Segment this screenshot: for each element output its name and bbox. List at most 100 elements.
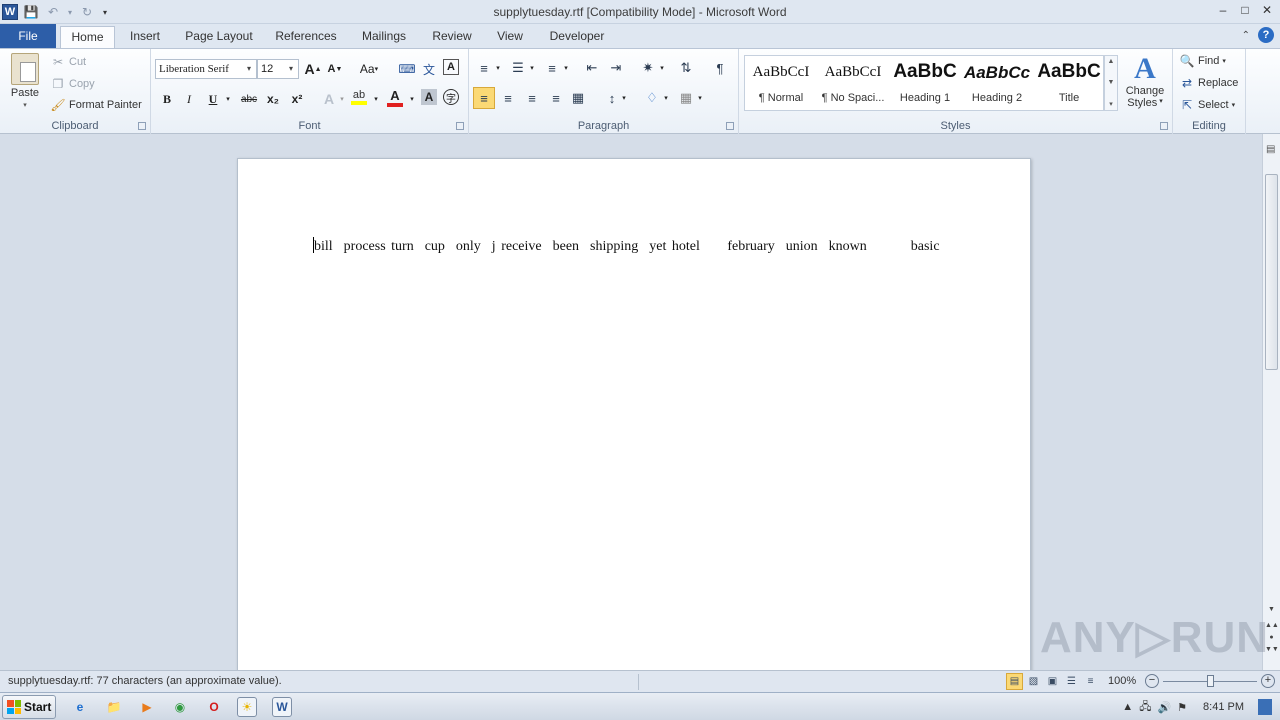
ruler-toggle-icon[interactable]: ▤ bbox=[1266, 144, 1275, 155]
media-player-icon[interactable]: ▶ bbox=[137, 697, 157, 717]
style-title[interactable]: AaBbC Title bbox=[1033, 56, 1105, 110]
style-heading-2[interactable]: AaBbCc Heading 2 bbox=[961, 56, 1033, 110]
align-right-button[interactable]: ≡ bbox=[521, 87, 543, 109]
borders-icon[interactable]: ▦ bbox=[675, 87, 697, 109]
scrollbar-thumb[interactable] bbox=[1265, 174, 1278, 370]
numbering-dropdown-icon[interactable]: ▾ bbox=[527, 58, 537, 78]
distributed-button[interactable]: ▦ bbox=[567, 87, 589, 109]
align-left-button[interactable]: ≡ bbox=[473, 87, 495, 109]
full-screen-reading-icon[interactable]: ▧ bbox=[1025, 673, 1042, 690]
sort-icon[interactable]: ⇅ bbox=[675, 57, 697, 79]
shading-dropdown-icon[interactable]: ▾ bbox=[661, 88, 671, 108]
tab-developer[interactable]: Developer bbox=[542, 26, 612, 48]
character-shading-icon[interactable]: A bbox=[421, 89, 437, 105]
shrink-font-button[interactable]: A ▼ bbox=[325, 59, 345, 79]
style-heading-1[interactable]: AaBbC Heading 1 bbox=[889, 56, 961, 110]
styles-down-icon[interactable]: ▼ bbox=[1108, 79, 1115, 86]
bullets-icon[interactable]: ≡ bbox=[473, 57, 495, 79]
enclose-characters-icon[interactable]: 字 bbox=[443, 89, 459, 105]
font-color-button[interactable]: A bbox=[385, 87, 405, 107]
show-desktop-icon[interactable] bbox=[1258, 699, 1272, 715]
asian-layout-dropdown-icon[interactable]: ▾ bbox=[657, 58, 667, 78]
shading-icon[interactable]: ♢ bbox=[641, 87, 663, 109]
tab-review[interactable]: Review bbox=[426, 26, 478, 48]
multilevel-list-icon[interactable]: ≡ bbox=[541, 57, 563, 79]
clear-formatting-icon[interactable]: ⌨ bbox=[397, 59, 417, 79]
tab-insert[interactable]: Insert bbox=[122, 26, 168, 48]
internet-explorer-icon[interactable]: e bbox=[70, 697, 90, 717]
minimize-ribbon-icon[interactable]: ⌃ bbox=[1242, 30, 1250, 41]
character-border-icon[interactable]: A bbox=[443, 59, 459, 75]
change-case-button[interactable]: Aa ▾ bbox=[355, 59, 383, 79]
clipboard-launcher-icon[interactable] bbox=[138, 122, 146, 130]
style-normal[interactable]: AaBbCcI ¶ Normal bbox=[745, 56, 817, 110]
highlight-dropdown-icon[interactable]: ▾ bbox=[371, 89, 381, 109]
bullets-dropdown-icon[interactable]: ▾ bbox=[493, 58, 503, 78]
close-icon[interactable]: ✕ bbox=[1256, 0, 1278, 20]
network-icon[interactable]: 🖧 bbox=[1139, 698, 1151, 717]
grow-font-button[interactable]: A ▲ bbox=[303, 59, 323, 79]
cut-button[interactable]: ✂ Cut bbox=[50, 54, 86, 70]
maximize-icon[interactable]: □ bbox=[1234, 0, 1256, 20]
multilevel-dropdown-icon[interactable]: ▾ bbox=[561, 58, 571, 78]
web-layout-icon[interactable]: ▣ bbox=[1044, 673, 1061, 690]
action-center-icon[interactable]: ⚑ bbox=[1177, 701, 1187, 714]
font-size-combo[interactable]: 12 ▾ bbox=[257, 59, 299, 79]
tab-view[interactable]: View bbox=[490, 26, 530, 48]
styles-up-icon[interactable]: ▲ bbox=[1108, 58, 1115, 65]
numbering-icon[interactable]: ☰ bbox=[507, 57, 529, 79]
font-size-dropdown-icon[interactable]: ▾ bbox=[285, 60, 297, 78]
volume-icon[interactable]: 🔊 bbox=[1157, 701, 1171, 714]
draft-icon[interactable]: ≡ bbox=[1082, 673, 1099, 690]
font-launcher-icon[interactable] bbox=[456, 122, 464, 130]
sandbox-app-icon[interactable]: ☀ bbox=[237, 697, 257, 717]
outline-icon[interactable]: ☰ bbox=[1063, 673, 1080, 690]
show-formatting-marks-icon[interactable]: ¶ bbox=[709, 57, 731, 79]
text-effects-dropdown-icon[interactable]: ▾ bbox=[337, 89, 347, 109]
document-page[interactable]: bill process turn cup only j receive bee… bbox=[237, 158, 1031, 670]
zoom-out-icon[interactable]: − bbox=[1145, 674, 1159, 688]
styles-more-icon[interactable]: ▾ bbox=[1109, 100, 1113, 108]
zoom-level[interactable]: 100% bbox=[1108, 675, 1136, 687]
file-explorer-icon[interactable]: 📁 bbox=[104, 697, 124, 717]
zoom-in-icon[interactable]: + bbox=[1261, 674, 1275, 688]
underline-dropdown-icon[interactable]: ▾ bbox=[223, 89, 233, 109]
print-layout-icon[interactable]: ▤ bbox=[1006, 673, 1023, 690]
vertical-scrollbar[interactable]: ▼ ▲▲ ● ▼▼ bbox=[1265, 158, 1279, 653]
word-taskbar-icon[interactable]: W bbox=[272, 697, 292, 717]
help-icon[interactable]: ? bbox=[1258, 27, 1274, 43]
font-name-dropdown-icon[interactable]: ▾ bbox=[243, 60, 255, 78]
font-color-dropdown-icon[interactable]: ▾ bbox=[407, 89, 417, 109]
format-painter-button[interactable]: 🖌 Format Painter bbox=[50, 97, 141, 113]
replace-button[interactable]: ⇄ Replace bbox=[1179, 75, 1238, 91]
borders-dropdown-icon[interactable]: ▾ bbox=[695, 88, 705, 108]
opera-icon[interactable]: O bbox=[204, 697, 224, 717]
minimize-icon[interactable]: – bbox=[1212, 0, 1234, 20]
start-button[interactable]: Start bbox=[2, 695, 56, 719]
select-button[interactable]: ⇱ Select ▾ bbox=[1179, 97, 1235, 113]
show-hidden-icons-icon[interactable]: ▲ bbox=[1122, 701, 1133, 713]
zoom-slider-handle[interactable] bbox=[1206, 675, 1214, 687]
copy-button[interactable]: ❐ Copy bbox=[50, 76, 95, 92]
bold-button[interactable]: B bbox=[157, 89, 177, 109]
tab-page-layout[interactable]: Page Layout bbox=[180, 26, 258, 48]
text-effects-icon[interactable]: A bbox=[319, 89, 339, 109]
document-body[interactable]: bill process turn cup only j receive bee… bbox=[313, 237, 940, 255]
paste-dropdown-icon[interactable]: ▾ bbox=[23, 101, 27, 109]
paragraph-launcher-icon[interactable] bbox=[726, 122, 734, 130]
asian-layout-icon[interactable]: ✷ bbox=[637, 57, 659, 79]
strikethrough-button[interactable]: abc bbox=[237, 89, 261, 109]
superscript-button[interactable]: x² bbox=[287, 89, 307, 109]
styles-launcher-icon[interactable] bbox=[1160, 122, 1168, 130]
clock[interactable]: 8:41 PM bbox=[1203, 701, 1244, 713]
increase-indent-icon[interactable]: ⇥ bbox=[605, 57, 627, 79]
font-name-combo[interactable]: Liberation Serif ▾ bbox=[155, 59, 257, 79]
justify-button[interactable]: ≡ bbox=[545, 87, 567, 109]
italic-button[interactable]: I bbox=[179, 89, 199, 109]
find-button[interactable]: 🔍 Find ▾ bbox=[1179, 53, 1226, 69]
change-styles-button[interactable]: A Change Styles ▾ bbox=[1122, 53, 1168, 110]
subscript-button[interactable]: x₂ bbox=[263, 89, 283, 109]
style-no-spacing[interactable]: AaBbCcI ¶ No Spaci... bbox=[817, 56, 889, 110]
line-spacing-dropdown-icon[interactable]: ▾ bbox=[619, 88, 629, 108]
chrome-icon[interactable]: ◉ bbox=[170, 697, 190, 717]
